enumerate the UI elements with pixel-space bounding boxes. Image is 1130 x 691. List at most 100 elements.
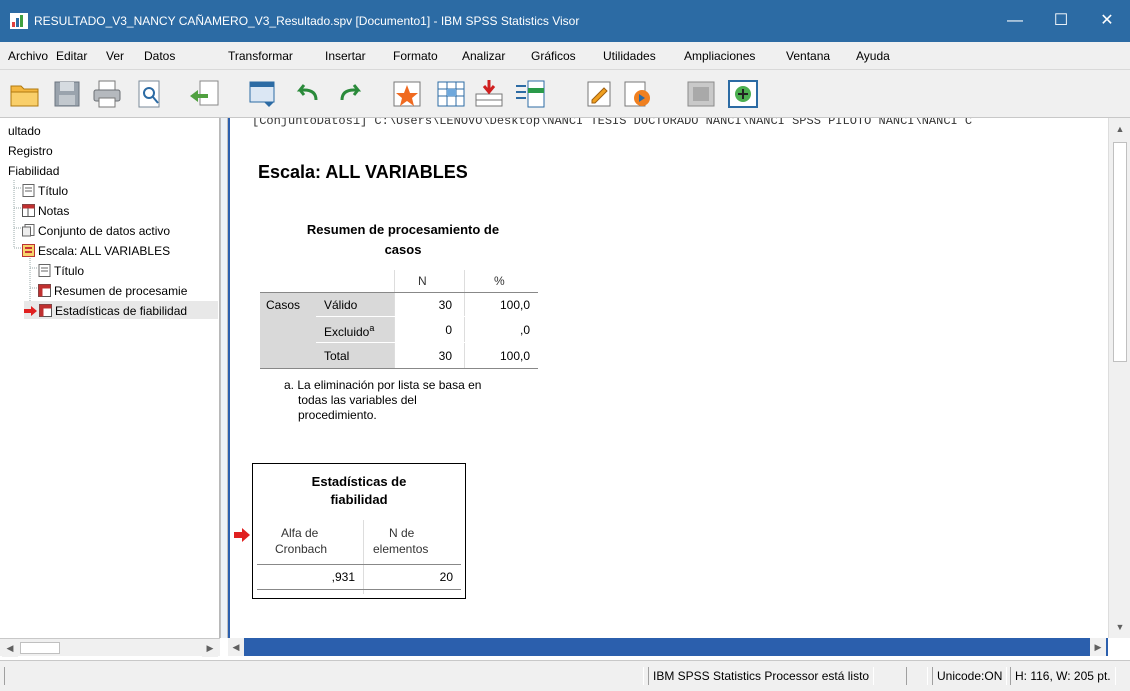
selected-item-arrow-icon <box>234 528 250 542</box>
menu-transformar[interactable]: Transformar <box>228 49 293 63</box>
output-scroll-left-icon[interactable]: ◀ <box>228 638 244 656</box>
pane-splitter[interactable] <box>220 118 228 638</box>
save-icon[interactable] <box>50 78 84 110</box>
pivot-table-icon <box>39 304 52 318</box>
tree-item-notas[interactable]: Notas <box>22 202 69 218</box>
row-label-excluido: Excluidoa <box>324 323 374 339</box>
footnote-line1: a. La eliminación por lista se basa en <box>284 378 482 392</box>
minimize-button[interactable]: — <box>992 0 1038 42</box>
cell-valido-pct: 100,0 <box>499 298 530 312</box>
cell-alpha-value: ,931 <box>331 570 355 584</box>
tree-item-conjunto-datos[interactable]: Conjunto de datos activo <box>22 222 170 238</box>
footnote-marker: a <box>369 323 375 333</box>
tree-horizontal-scrollbar[interactable]: ◀ ▶ <box>0 638 220 657</box>
col-header-alfa-line2: Cronbach <box>275 542 328 556</box>
goto-case-icon[interactable] <box>434 78 468 110</box>
window-title: RESULTADO_V3_NANCY CAÑAMERO_V3_Resultado… <box>34 14 580 28</box>
cell-n-items-value: 20 <box>439 570 453 584</box>
menu-formato[interactable]: Formato <box>393 49 438 63</box>
excluido-text: Excluido <box>324 325 370 339</box>
dialog-recall-icon[interactable] <box>246 78 280 110</box>
menu-ampliaciones[interactable]: Ampliaciones <box>684 49 755 63</box>
row-label-total: Total <box>324 349 350 363</box>
tree-item-escala[interactable]: Escala: ALL VARIABLES <box>22 242 170 258</box>
col-header-alfa-line1: Alfa de <box>281 526 319 540</box>
scroll-left-icon[interactable]: ◀ <box>2 639 18 657</box>
vertical-scroll-thumb[interactable] <box>1113 142 1127 362</box>
export-icon[interactable] <box>188 78 222 110</box>
print-icon[interactable] <box>90 78 124 110</box>
footnote-line3: procedimiento. <box>298 408 377 422</box>
tree-item-titulo[interactable]: Título <box>22 182 68 198</box>
case-summary-title-line2: casos <box>384 242 422 257</box>
tree-item-estadisticas-fiabilidad[interactable]: Estadísticas de fiabilidad <box>24 301 218 319</box>
menu-archivo[interactable]: Archivo <box>8 49 48 63</box>
status-empty-segment <box>4 667 644 685</box>
scale-heading: Escala: ALL VARIABLES <box>258 162 468 182</box>
tree-item-resultado[interactable]: ultado <box>8 122 41 138</box>
tree-scroll-thumb[interactable] <box>20 642 60 654</box>
pivot-table-icon <box>38 284 51 298</box>
hide-icon[interactable] <box>684 78 718 110</box>
spss-app-icon <box>10 13 28 29</box>
create-title-icon[interactable] <box>582 78 616 110</box>
status-unicode: Unicode:ON <box>932 667 1008 685</box>
scroll-right-icon[interactable]: ▶ <box>202 639 218 657</box>
maximize-button[interactable]: ☐ <box>1038 0 1084 42</box>
goto-data-icon[interactable] <box>390 78 424 110</box>
scroll-up-icon[interactable]: ▲ <box>1109 120 1130 138</box>
tree-item-registro[interactable]: Registro <box>8 142 53 158</box>
output-scroll-right-icon[interactable]: ▶ <box>1090 638 1106 656</box>
menu-utilidades[interactable]: Utilidades <box>603 49 656 63</box>
status-blank-segment <box>906 667 928 685</box>
menu-editar[interactable]: Editar <box>56 49 87 63</box>
current-item-arrow-icon <box>24 305 37 316</box>
undo-icon[interactable] <box>290 78 324 110</box>
tree-item-fiabilidad[interactable]: Fiabilidad <box>8 162 59 178</box>
close-button[interactable]: ✕ <box>1084 0 1130 42</box>
menu-analizar[interactable]: Analizar <box>462 49 505 63</box>
open-icon[interactable] <box>8 78 42 110</box>
insert-output-icon[interactable] <box>472 78 506 110</box>
status-bar: IBM SPSS Statistics Processor está listo… <box>0 660 1130 691</box>
tree-item-resumen[interactable]: Resumen de procesamie <box>38 282 187 298</box>
footnote-line2: todas las variables del <box>298 393 417 407</box>
menu-ayuda[interactable]: Ayuda <box>856 49 890 63</box>
row-group-casos: Casos <box>266 298 301 312</box>
designate-window-icon[interactable] <box>620 78 654 110</box>
title-doc-icon <box>22 184 35 198</box>
reliability-table[interactable]: Estadísticas de fiabilidad Alfa de Cronb… <box>252 463 466 599</box>
menu-insertar[interactable]: Insertar <box>325 49 366 63</box>
cell-total-n: 30 <box>438 349 452 363</box>
title-bar: RESULTADO_V3_NANCY CAÑAMERO_V3_Resultado… <box>0 0 1130 42</box>
toolbar <box>0 70 1130 118</box>
col-header-n-line2: elementos <box>373 542 429 556</box>
tree-item-titulo-2[interactable]: Título <box>38 262 84 278</box>
output-horizontal-scrollbar[interactable]: ◀ ▶ <box>228 638 1108 656</box>
reliability-title-line1: Estadísticas de <box>311 474 407 489</box>
variables-icon[interactable] <box>514 78 548 110</box>
reliability-title-line2: fiabilidad <box>330 492 388 507</box>
menu-graficos[interactable]: Gráficos <box>531 49 576 63</box>
menu-datos[interactable]: Datos <box>144 49 175 63</box>
title-doc-icon <box>38 264 51 278</box>
menu-ventana[interactable]: Ventana <box>786 49 830 63</box>
redo-icon[interactable] <box>334 78 368 110</box>
cell-total-pct: 100,0 <box>499 349 530 363</box>
cell-excluido-n: 0 <box>445 323 452 337</box>
syntax-line: [ConjuntoDatos1] C:\Users\LENOVO\Desktop… <box>252 118 973 128</box>
col-header-pct: % <box>494 274 505 288</box>
case-summary-title-line1: Resumen de procesamiento de <box>306 222 500 237</box>
scroll-down-icon[interactable]: ▼ <box>1109 618 1130 636</box>
cell-excluido-pct: ,0 <box>519 323 530 337</box>
notes-table-icon <box>22 204 35 218</box>
menu-ver[interactable]: Ver <box>106 49 124 63</box>
col-header-n: N <box>418 274 427 288</box>
print-preview-icon[interactable] <box>132 78 166 110</box>
row-label-valido: Válido <box>324 298 358 312</box>
vertical-scrollbar[interactable]: ▲ ▼ <box>1108 118 1130 638</box>
status-processor: IBM SPSS Statistics Processor está listo <box>648 667 875 685</box>
case-summary-table[interactable]: Resumen de procesamiento de casos N % Ca… <box>258 218 548 428</box>
promote-icon[interactable] <box>726 78 760 110</box>
outline-tree: ultado Registro Fiabilidad Título Notas … <box>0 118 220 638</box>
